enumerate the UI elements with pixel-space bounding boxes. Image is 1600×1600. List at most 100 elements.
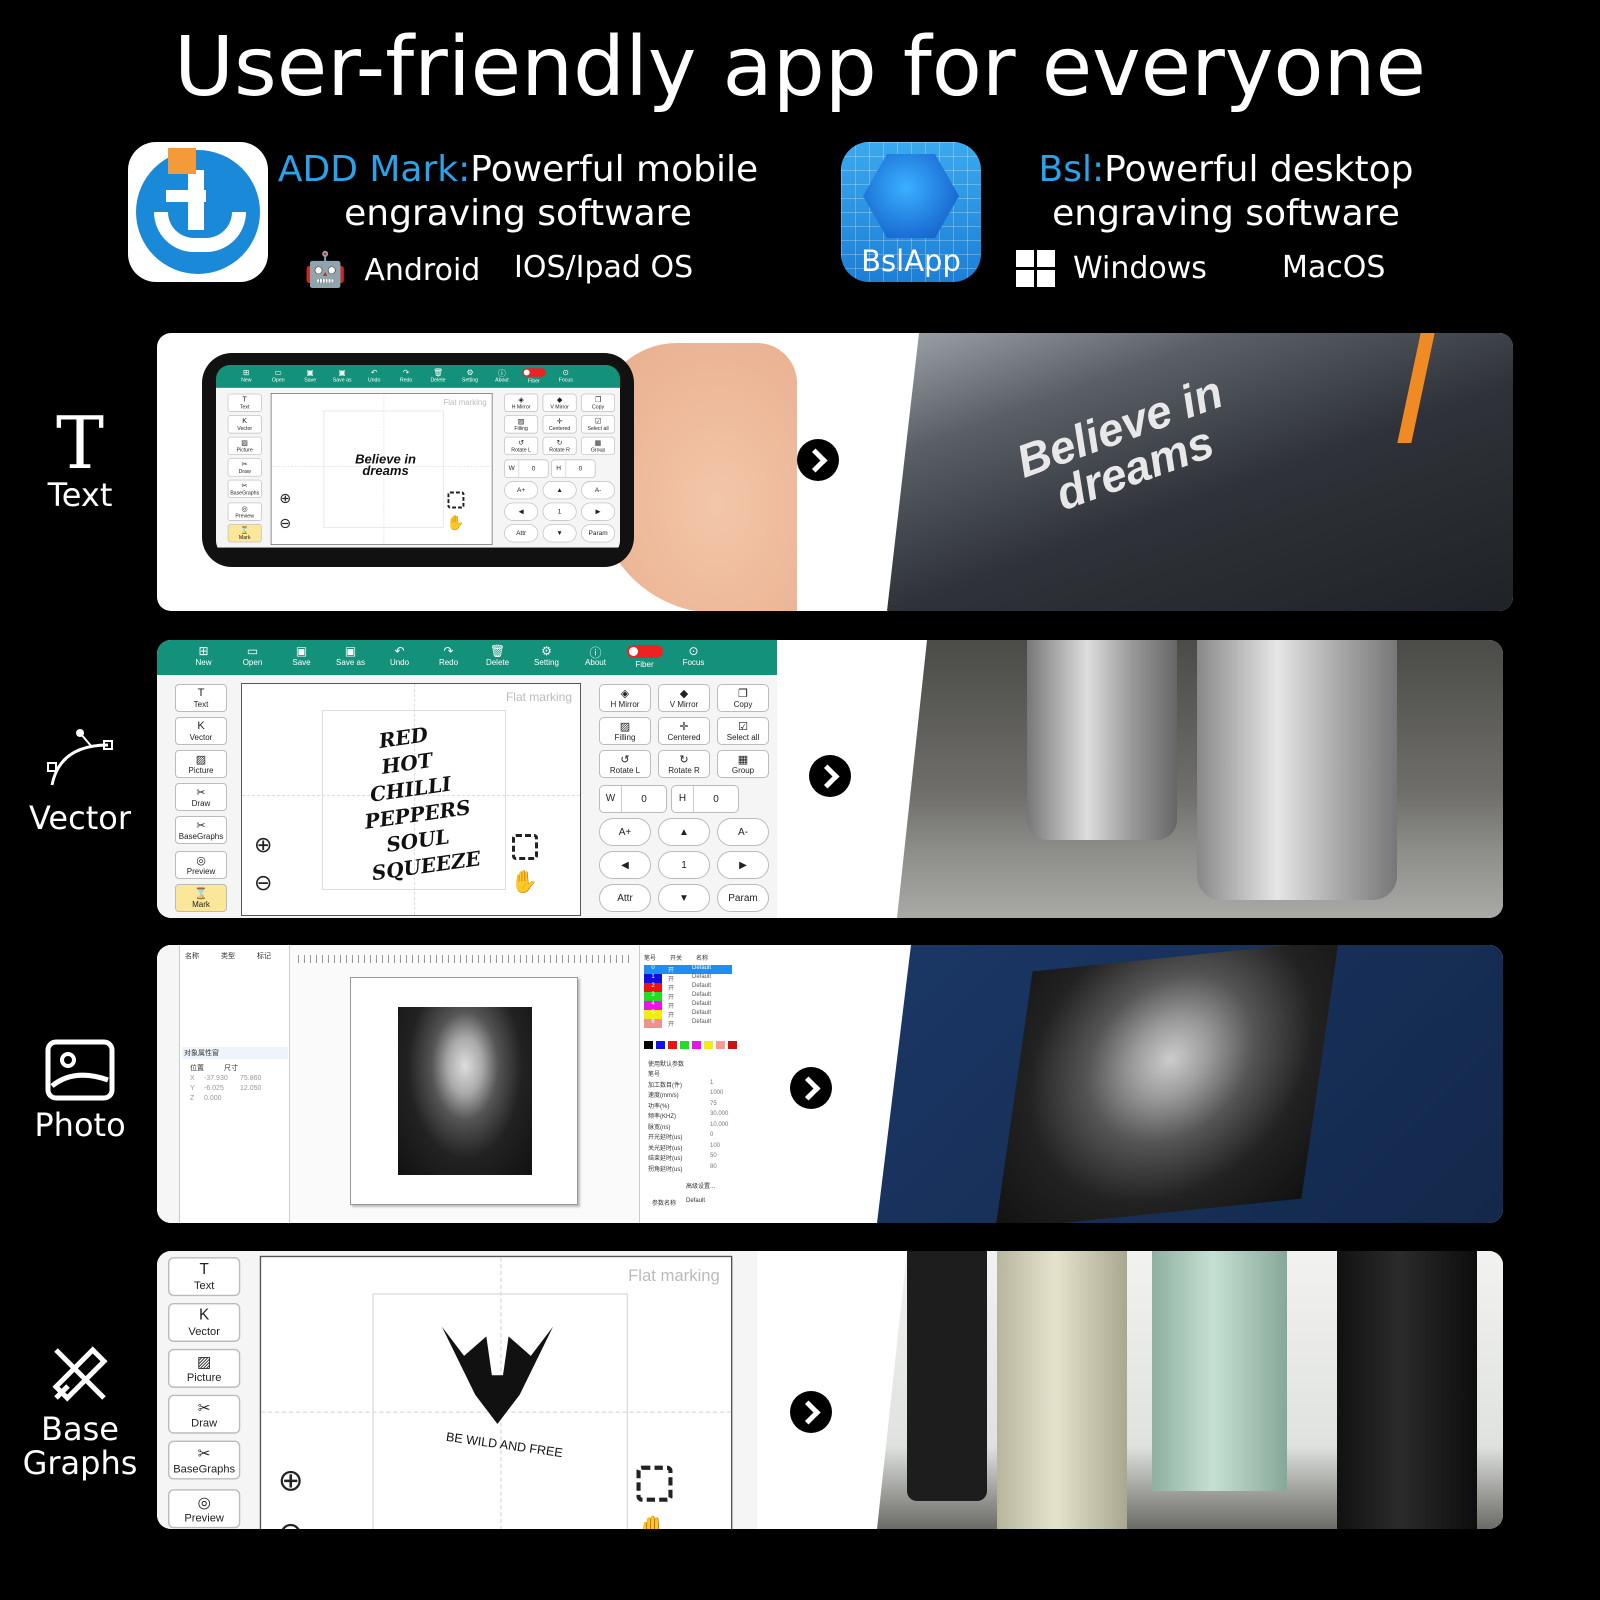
tool-text[interactable]: T Text — [168, 1257, 241, 1297]
zoom-out-icon[interactable]: ⊖ — [254, 870, 272, 896]
tool-picture[interactable]: ▨ Picture — [175, 750, 227, 778]
tool-preview[interactable]: ◎ Preview — [168, 1489, 241, 1529]
props-cell[interactable]: 0.000 — [204, 1095, 232, 1105]
tool-text[interactable]: T Text — [175, 684, 227, 712]
tool-draw[interactable]: ✂ Draw — [227, 458, 262, 477]
toolbar-button-delete[interactable]: 🗑 Delete — [422, 365, 454, 388]
toolbar-button-about[interactable]: ⓘ About — [571, 640, 620, 675]
toolbar-button-new[interactable]: ⊞ New — [230, 365, 262, 388]
button-h-mirror[interactable]: ◈ H Mirror — [599, 684, 651, 712]
button-group[interactable]: ▦ Group — [581, 436, 616, 455]
toolbar-button-save[interactable]: ▣ Save — [277, 640, 326, 675]
toolbar-button-delete[interactable]: 🗑 Delete — [473, 640, 522, 675]
tool-vector[interactable]: K Vector — [227, 415, 262, 434]
tool-vector[interactable]: K Vector — [175, 717, 227, 745]
tool-picture[interactable]: ▨ Picture — [227, 436, 262, 455]
h-input[interactable]: H0 — [551, 459, 596, 478]
button-select-all[interactable]: ☑ Select all — [717, 717, 769, 745]
fiber-toggle[interactable] — [626, 645, 663, 658]
tool-basegraphs[interactable]: ✂ BaseGraphs — [175, 816, 227, 844]
toolbar-button-setting[interactable]: ⚙ Setting — [454, 365, 486, 388]
param-value[interactable]: 80 — [710, 1164, 717, 1175]
control-button[interactable]: ▲ — [542, 481, 577, 500]
control-button[interactable]: ◀ — [599, 851, 651, 879]
pen-row[interactable]: 5 开 Default — [644, 1010, 732, 1019]
fullscreen-icon[interactable] — [636, 1465, 673, 1502]
param-value[interactable]: 0 — [710, 1132, 713, 1143]
param-value[interactable]: 1 — [710, 1080, 713, 1091]
control-button[interactable]: ▼ — [542, 524, 577, 543]
control-button[interactable]: ▶ — [581, 502, 616, 521]
pen-row[interactable]: 0 开 Default — [644, 965, 732, 974]
color-swatch[interactable] — [680, 1041, 689, 1049]
props-cell[interactable]: -37.930 — [204, 1075, 232, 1085]
tool-vector[interactable]: K Vector — [168, 1303, 241, 1342]
param-value[interactable]: 100 — [710, 1143, 720, 1154]
tool-basegraphs[interactable]: ✂ BaseGraphs — [168, 1440, 241, 1480]
w-input[interactable]: W0 — [504, 459, 549, 478]
toolbar-button-undo[interactable]: ↶ Undo — [358, 365, 390, 388]
color-swatch[interactable] — [704, 1041, 713, 1049]
toolbar-button-save-as[interactable]: ▣ Save as — [326, 640, 375, 675]
pan-hand-icon[interactable]: ✋ — [634, 1514, 672, 1529]
control-button[interactable]: Param — [581, 524, 616, 543]
props-cell[interactable] — [240, 1095, 268, 1105]
props-cell[interactable]: 75.860 — [240, 1075, 268, 1085]
fiber-toggle[interactable] — [522, 368, 546, 377]
param-value[interactable]: 50 — [710, 1153, 717, 1164]
zoom-in-icon[interactable]: ⊕ — [279, 490, 291, 507]
button-filling[interactable]: ▨ Filling — [504, 415, 539, 434]
color-swatch[interactable] — [644, 1041, 653, 1049]
toolbar-button-about[interactable]: ⓘ About — [486, 365, 518, 388]
pan-hand-icon[interactable]: ✋ — [447, 514, 465, 531]
control-button[interactable]: A+ — [504, 481, 539, 500]
pen-row[interactable]: 2 开 Default — [644, 983, 732, 992]
control-button[interactable]: A- — [717, 818, 769, 846]
tool-text[interactable]: T Text — [227, 393, 262, 412]
toolbar-button-focus[interactable]: ⊙ Focus — [669, 640, 718, 675]
toolbar-button-fiber[interactable]: Fiber — [620, 640, 669, 675]
button-rotate-r[interactable]: ↻ Rotate R — [658, 750, 710, 778]
tool-preview[interactable]: ◎ Preview — [227, 502, 262, 521]
toolbar-button-redo[interactable]: ↷ Redo — [424, 640, 473, 675]
param-value[interactable]: 30.000 — [710, 1111, 728, 1122]
zoom-in-icon[interactable]: ⊕ — [278, 1463, 304, 1499]
color-swatch[interactable] — [716, 1041, 725, 1049]
toolbar-button-fiber[interactable]: Fiber — [518, 365, 550, 388]
button-copy[interactable]: ❐ Copy — [717, 684, 769, 712]
zoom-out-icon[interactable]: ⊖ — [279, 515, 291, 532]
button-rotate-l[interactable]: ↺ Rotate L — [599, 750, 651, 778]
button-rotate-l[interactable]: ↺ Rotate L — [504, 436, 539, 455]
w-input[interactable]: W0 — [599, 785, 667, 813]
control-button[interactable]: ▲ — [658, 818, 710, 846]
toolbar-button-open[interactable]: ▭ Open — [228, 640, 277, 675]
control-button[interactable]: A+ — [599, 818, 651, 846]
design-canvas[interactable]: Flat marking⊕⊖✋BE WILD AND FREE — [259, 1255, 733, 1529]
button-group[interactable]: ▦ Group — [717, 750, 769, 778]
control-button[interactable]: Attr — [504, 524, 539, 543]
pen-row[interactable]: 1 开 Default — [644, 974, 732, 983]
control-button[interactable]: ◀ — [504, 502, 539, 521]
control-button[interactable]: A- — [581, 481, 616, 500]
color-swatch[interactable] — [656, 1041, 665, 1049]
zoom-in-icon[interactable]: ⊕ — [254, 832, 272, 858]
tool-draw[interactable]: ✂ Draw — [168, 1394, 241, 1434]
control-button[interactable]: 1 — [658, 851, 710, 879]
pen-row[interactable]: 6 开 Default — [644, 1019, 732, 1028]
control-button[interactable]: Attr — [599, 884, 651, 912]
tool-draw[interactable]: ✂ Draw — [175, 783, 227, 811]
toolbar-button-open[interactable]: ▭ Open — [262, 365, 294, 388]
props-cell[interactable]: 12.050 — [240, 1085, 268, 1095]
tool-basegraphs[interactable]: ✂ BaseGraphs — [227, 479, 262, 499]
button-select-all[interactable]: ☑ Select all — [581, 415, 616, 434]
param-value[interactable]: 1000 — [710, 1090, 723, 1101]
toolbar-button-new[interactable]: ⊞ New — [179, 640, 228, 675]
toolbar-button-save-as[interactable]: ▣ Save as — [326, 365, 358, 388]
zoom-out-icon[interactable]: ⊖ — [278, 1516, 304, 1529]
tool-mark[interactable]: ⌛ Mark — [175, 884, 227, 912]
pen-row[interactable]: 4 开 Default — [644, 1001, 732, 1010]
color-swatch[interactable] — [692, 1041, 701, 1049]
design-canvas[interactable]: Flat marking ⊕ ⊖ ✋ RED HOT CHILLI PEPPERS SO… — [241, 683, 581, 916]
button-centered[interactable]: ✛ Centered — [542, 415, 577, 434]
toolbar-button-undo[interactable]: ↶ Undo — [375, 640, 424, 675]
